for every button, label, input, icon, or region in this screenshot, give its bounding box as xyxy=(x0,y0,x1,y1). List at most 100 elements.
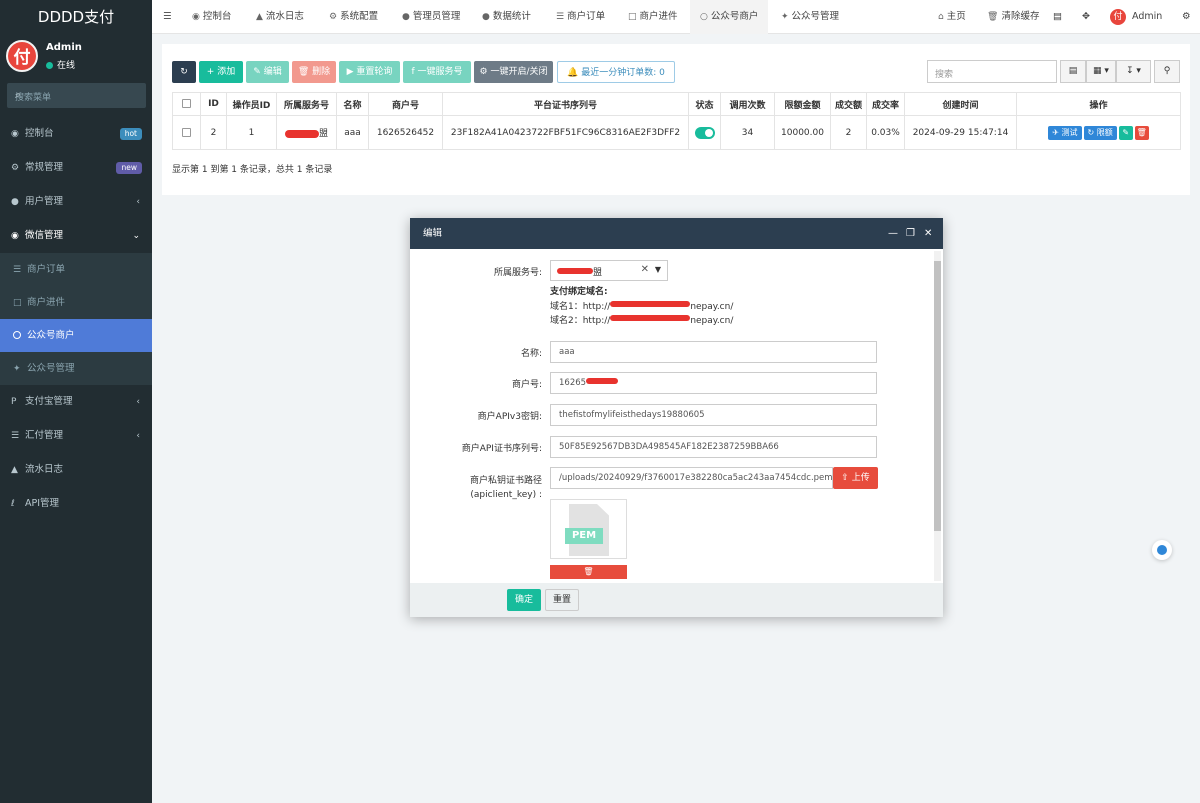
reset-poll-button[interactable]: ▶ 重置轮询 xyxy=(339,61,400,83)
column-header[interactable]: 平台证书序列号 xyxy=(442,92,689,116)
search-icon[interactable]: ⚲ xyxy=(1154,60,1180,83)
confirm-button[interactable]: 确定 xyxy=(507,589,541,611)
one-key-toggle-button[interactable]: ⚙ 一键开启/关闭 xyxy=(474,61,553,83)
list-icon: ☰ xyxy=(556,12,565,22)
limit-button[interactable]: ↻ 限额 xyxy=(1083,125,1117,140)
serial-input[interactable]: 50F85E92567DB3DA498545AF182E2387259BBA66 xyxy=(550,436,877,458)
reset-button[interactable]: 重置 xyxy=(545,589,579,611)
delete-row-icon[interactable]: 🗑 xyxy=(1134,125,1149,140)
home-link[interactable]: ⌂ 主页 xyxy=(938,0,966,34)
sidebar-item-api[interactable]: ℓ API管理 xyxy=(0,487,152,521)
keypath-input[interactable]: /uploads/20240929/f3760017e382280ca5ac24… xyxy=(550,467,833,489)
test-button[interactable]: ✈ 测试 xyxy=(1048,125,1082,140)
tab-merchant-orders[interactable]: ☰ 商户订单 xyxy=(556,0,605,34)
fullscreen-icon[interactable]: ✥ xyxy=(1082,0,1090,34)
sidebar-item-merchant-orders[interactable]: ☰ 商户订单 xyxy=(0,253,152,286)
columns-icon[interactable]: ▦ ▾ xyxy=(1086,60,1116,83)
refresh-button[interactable]: ↻ xyxy=(172,61,196,83)
close-icon[interactable]: ✕ xyxy=(924,218,932,249)
pagination-info: 显示第 1 到第 1 条记录，总共 1 条记录 xyxy=(172,165,333,175)
edit-button[interactable]: ✎ 编辑 xyxy=(246,61,289,83)
sidebar-item-merchant-onboarding[interactable]: □ 商户进件 xyxy=(0,286,152,319)
sidebar-item-alipay[interactable]: P 支付宝管理 ‹ xyxy=(0,385,152,419)
menu-toggle-icon[interactable]: ☰ xyxy=(163,0,172,34)
column-header[interactable]: 操作员ID xyxy=(226,92,277,116)
app-title[interactable]: DDDD支付 xyxy=(0,0,152,34)
column-header[interactable]: 名称 xyxy=(336,92,369,116)
avatar: 付 xyxy=(6,40,38,72)
cell-rate: 0.03% xyxy=(866,115,905,150)
tab-statistics[interactable]: ● 数据统计 xyxy=(482,0,531,34)
column-header[interactable]: 状态 xyxy=(688,92,721,116)
cell-merchant-no: 1626526452 xyxy=(368,115,443,150)
apiv3-input[interactable]: thefistofmylifeisthedays19880605 xyxy=(550,404,877,426)
search-icon[interactable]: ⌕ xyxy=(15,88,139,102)
column-header[interactable]: 调用次数 xyxy=(720,92,775,116)
tab-merchant-onboarding[interactable]: □ 商户进件 xyxy=(628,0,678,34)
export-icon[interactable]: ↧ ▾ xyxy=(1116,60,1151,83)
name-input[interactable]: aaa xyxy=(550,341,877,363)
tab-official-merchant[interactable]: ○ 公众号商户 xyxy=(690,0,769,34)
table-row[interactable]: 2 1 盟 aaa 1626526452 23F182A41A0423722FB… xyxy=(172,115,1181,150)
cell-limit: 10000.00 xyxy=(774,115,831,150)
column-header[interactable]: 成交率 xyxy=(866,92,905,116)
sidebar-search-input[interactable]: 搜索菜单 ⌕ xyxy=(7,83,146,108)
edit-row-icon[interactable]: ✎ xyxy=(1118,125,1133,140)
sidebar-item-general[interactable]: ⚙ 常规管理 new xyxy=(0,151,152,185)
sidebar-item-dashboard[interactable]: ◉ 控制台 hot xyxy=(0,117,152,151)
column-header[interactable]: 限额金额 xyxy=(774,92,831,116)
tab-admin-management[interactable]: ● 管理员管理 xyxy=(402,0,460,34)
pem-file-preview[interactable]: PEM xyxy=(550,499,627,559)
sidebar-item-wechat[interactable]: ◉ 微信管理 ⌄ xyxy=(0,219,152,253)
column-header[interactable]: 创建时间 xyxy=(904,92,1017,116)
paperclip-icon: ℓ xyxy=(11,499,15,509)
clear-cache-button[interactable]: 🗑 清除缓存 xyxy=(987,0,1039,34)
delete-file-button[interactable]: 🗑 xyxy=(550,565,627,579)
sidebar-item-official-account[interactable]: ✦ 公众号管理 xyxy=(0,352,152,385)
sidebar-item-official-merchant[interactable]: 公众号商户 xyxy=(0,319,152,352)
tab-official-account[interactable]: ✦ 公众号管理 xyxy=(781,0,839,34)
tab-system-config[interactable]: ⚙ 系统配置 xyxy=(329,0,378,34)
maximize-icon[interactable]: ❐ xyxy=(906,218,915,249)
add-button[interactable]: + 添加 xyxy=(199,61,243,83)
caret-down-icon[interactable]: ▼ xyxy=(655,265,661,274)
row-checkbox[interactable] xyxy=(172,115,201,150)
merchant-input[interactable]: 16265 xyxy=(550,372,877,394)
recent-orders-badge[interactable]: 🔔 最近一分钟订单数: 0 xyxy=(557,61,675,83)
float-chat-icon[interactable] xyxy=(1152,540,1172,560)
bank-icon: ▲ xyxy=(256,12,263,22)
sidebar-item-users[interactable]: ● 用户管理 ‹ xyxy=(0,185,152,219)
chevron-left-icon: ‹ xyxy=(136,397,140,407)
status-toggle[interactable] xyxy=(688,115,721,150)
modal-scrollbar[interactable] xyxy=(934,251,941,581)
delete-button[interactable]: 🗑 删除 xyxy=(292,61,336,83)
column-header[interactable]: 商户号 xyxy=(368,92,443,116)
sidebar-item-flow-log[interactable]: ▲ 流水日志 xyxy=(0,453,152,487)
admin-menu[interactable]: 付 Admin xyxy=(1110,0,1162,34)
column-header[interactable]: ID xyxy=(200,92,227,116)
language-icon[interactable]: ▤ xyxy=(1053,0,1062,34)
column-header[interactable]: 所属服务号 xyxy=(276,92,337,116)
service-select[interactable]: 盟 ✕ ▼ xyxy=(550,260,668,281)
column-header[interactable]: 成交额 xyxy=(830,92,867,116)
domain-2: 域名2：http://nepay.cn/ xyxy=(550,315,734,326)
list-icon: ☰ xyxy=(13,265,22,275)
minimize-icon[interactable]: — xyxy=(888,218,898,249)
redaction-mark xyxy=(586,378,619,384)
upload-button[interactable]: ⇧ 上传 xyxy=(833,467,878,489)
tab-dashboard[interactable]: ◉ 控制台 xyxy=(192,0,231,34)
home-icon: ⌂ xyxy=(938,12,944,22)
pem-tag: PEM xyxy=(565,528,603,544)
table-search-input[interactable]: 搜索 xyxy=(927,60,1057,83)
sidebar-item-huifu[interactable]: ☰ 汇付管理 ‹ xyxy=(0,419,152,453)
cell-service: 盟 xyxy=(276,115,337,150)
settings-gear-icon[interactable]: ⚙ xyxy=(1182,0,1191,34)
chevron-down-icon: ⌄ xyxy=(132,231,140,241)
select-all-checkbox[interactable] xyxy=(172,92,201,116)
hot-badge: hot xyxy=(119,128,142,140)
clear-icon[interactable]: ✕ xyxy=(641,264,649,275)
tab-flow-log[interactable]: ▲ 流水日志 xyxy=(256,0,304,34)
name-label: 名称: xyxy=(520,349,542,359)
one-key-service-button[interactable]: f 一键服务号 xyxy=(403,61,471,83)
toggle-view-icon[interactable]: ▤ xyxy=(1060,60,1086,83)
